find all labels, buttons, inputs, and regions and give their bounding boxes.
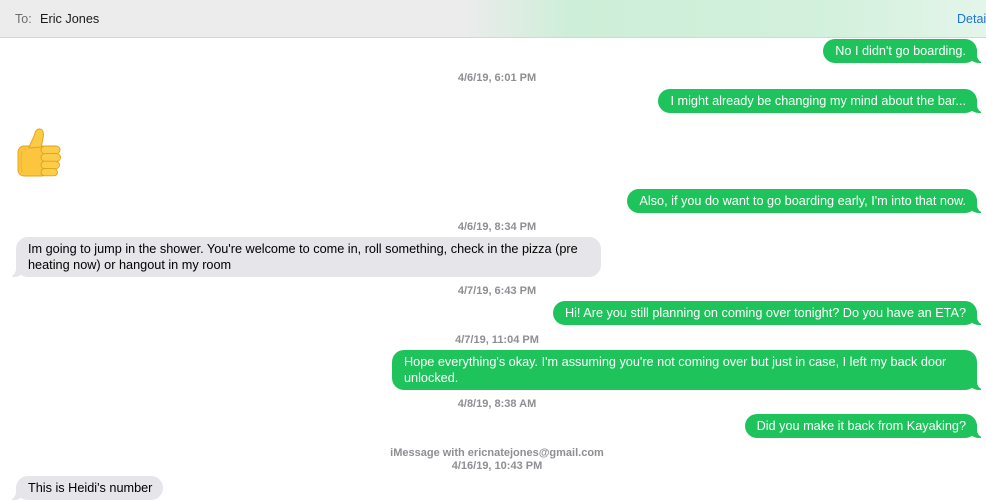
timestamp: 4/8/19, 8:38 AM xyxy=(457,398,537,410)
sent-message[interactable]: Did you make it back from Kayaking? xyxy=(744,414,986,438)
message-text: This is Heidi's number xyxy=(28,481,153,495)
thumbs-up-icon xyxy=(17,128,61,177)
timestamp: 4/7/19, 6:43 PM xyxy=(457,285,537,297)
message-text: Hi! Are you still planning on coming ove… xyxy=(564,306,966,320)
sent-message[interactable]: Hi! Are you still planning on coming ove… xyxy=(552,301,986,325)
details-button[interactable]: Detai xyxy=(957,12,986,27)
timestamp: 4/6/19, 8:34 PM xyxy=(457,221,537,233)
received-message[interactable]: Im going to jump in the shower. You're w… xyxy=(7,237,601,277)
received-message[interactable]: This is Heidi's number xyxy=(6,476,164,500)
conversation-view[interactable]: No I didn't go boarding. 4/6/19, 6:01 PM… xyxy=(0,38,986,501)
timestamp: 4/16/19, 10:43 PM xyxy=(451,460,543,472)
timestamp: 4/7/19, 11:04 PM xyxy=(455,334,539,346)
sent-message[interactable]: Hope everything's okay. I'm assuming you… xyxy=(392,350,986,390)
message-text: Hope everything's okay. I'm assuming you… xyxy=(404,355,947,385)
message-text: Im going to jump in the shower. You're w… xyxy=(28,242,578,272)
recipient-name[interactable]: Eric Jones xyxy=(40,12,99,27)
sent-message[interactable]: Also, if you do want to go boarding earl… xyxy=(627,189,986,213)
service-info-label: iMessage with ericnatejones@gmail.com xyxy=(390,447,604,459)
conversation-header: To: Eric Jones Detai xyxy=(0,0,986,38)
message-text: Also, if you do want to go boarding earl… xyxy=(639,194,966,208)
sent-message[interactable]: No I didn't go boarding. xyxy=(823,39,986,63)
message-text: I might already be changing my mind abou… xyxy=(670,94,966,108)
message-text: Did you make it back from Kayaking? xyxy=(756,419,966,433)
sent-message[interactable]: I might already be changing my mind abou… xyxy=(658,89,986,113)
timestamp: 4/6/19, 6:01 PM xyxy=(457,72,537,84)
to-label: To: xyxy=(15,12,32,26)
message-text: No I didn't go boarding. xyxy=(835,44,966,58)
received-emoji-message[interactable] xyxy=(14,127,62,177)
